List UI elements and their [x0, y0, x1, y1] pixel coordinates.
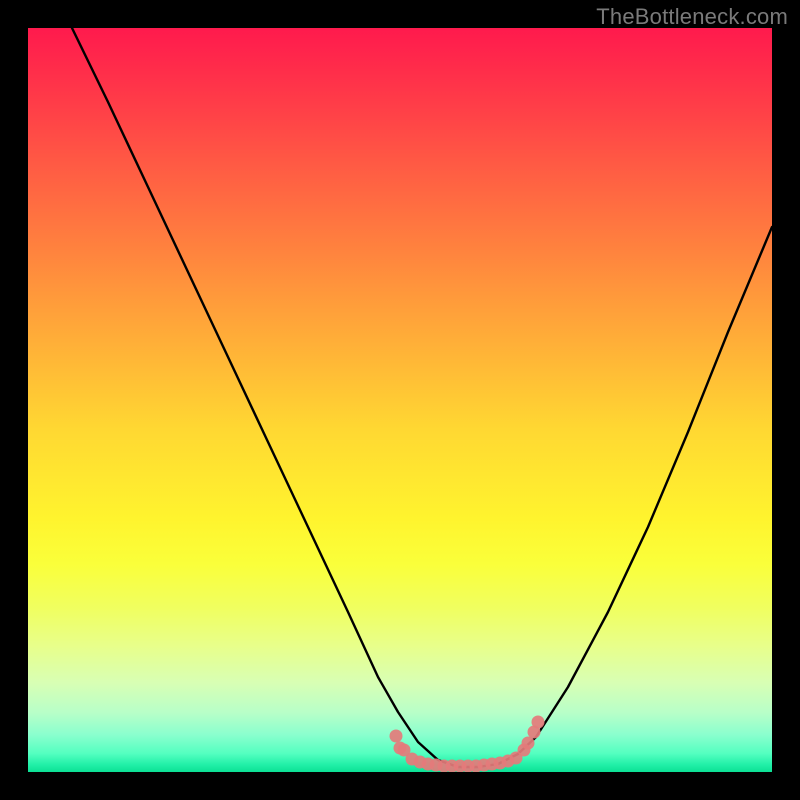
marker-dot — [522, 737, 535, 750]
plot-area — [28, 28, 772, 772]
chart-frame: TheBottleneck.com — [0, 0, 800, 800]
bottleneck-curve — [72, 28, 772, 767]
bottom-cluster-markers — [390, 716, 545, 773]
marker-dot — [532, 716, 545, 729]
watermark-text: TheBottleneck.com — [596, 4, 788, 30]
marker-dot — [390, 730, 403, 743]
curve-svg — [28, 28, 772, 772]
